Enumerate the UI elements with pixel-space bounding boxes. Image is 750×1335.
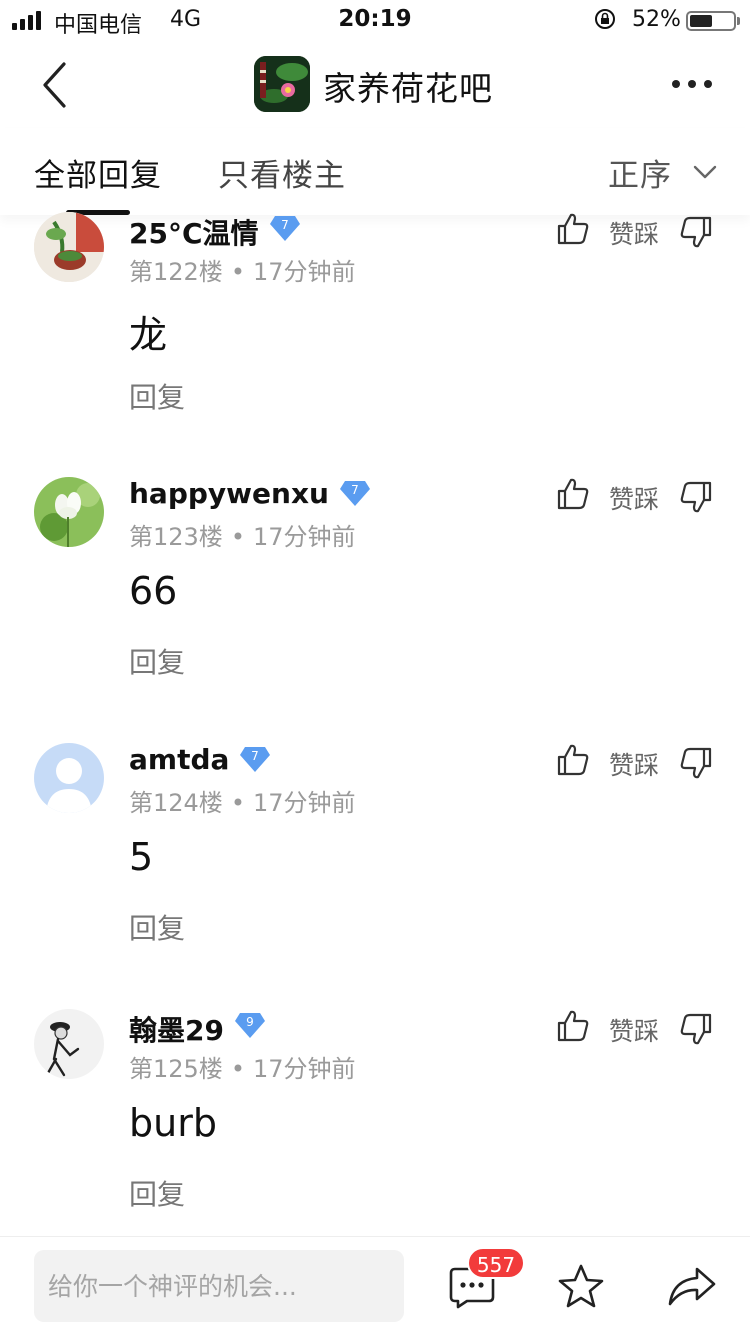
thumbs-down-icon[interactable] <box>679 1012 713 1046</box>
thumbs-up-icon[interactable] <box>556 212 590 246</box>
reply-meta: 第123楼 • 17分钟前 <box>129 517 356 552</box>
post-time: 17分钟前 <box>252 523 356 551</box>
vote-label: 赞踩 <box>609 485 660 514</box>
separator-dot: • <box>230 789 245 817</box>
chevron-down-icon[interactable] <box>692 164 718 180</box>
username[interactable]: happywenxu <box>129 477 329 510</box>
avatar-plant-pot-icon <box>34 212 104 282</box>
vote-label: 赞踩 <box>609 220 660 249</box>
comment-count-badge: 557 <box>467 1247 525 1279</box>
avatar-lotus-flower-icon <box>34 477 104 547</box>
reply-button[interactable]: 回复 <box>129 1173 185 1213</box>
username[interactable]: 翰墨29 <box>129 1009 224 1049</box>
thumbs-down-icon[interactable] <box>679 480 713 514</box>
reply-content: 龙 <box>129 313 168 357</box>
reply-meta: 第122楼 • 17分钟前 <box>129 252 356 287</box>
separator-dot: • <box>230 523 245 551</box>
reply-filter-bar: 全部回复 只看楼主 正序 <box>0 128 750 215</box>
level-number: 7 <box>251 749 259 763</box>
level-number: 7 <box>281 218 289 232</box>
back-arrow-icon[interactable] <box>40 60 70 110</box>
tab-all-replies[interactable]: 全部回复 <box>34 150 162 195</box>
username[interactable]: amtda <box>129 743 229 776</box>
level-badge-icon: 9 <box>235 1013 265 1038</box>
status-bar: 中国电信 4G 20:19 52% <box>0 0 750 42</box>
level-number: 9 <box>246 1015 254 1029</box>
level-badge-icon: 7 <box>270 216 300 241</box>
avatar[interactable] <box>34 743 104 813</box>
more-options-icon[interactable] <box>672 80 712 88</box>
level-number: 7 <box>351 483 359 497</box>
username[interactable]: 25°C温情 <box>129 212 259 252</box>
separator-dot: • <box>230 258 245 286</box>
avatar-default-person-icon <box>34 743 104 813</box>
comment-input[interactable] <box>34 1250 404 1322</box>
thumbs-down-icon[interactable] <box>679 746 713 780</box>
reply-item: happywenxu 7 第123楼 • 17分钟前 66 回复 赞踩 <box>0 477 750 743</box>
battery-icon <box>686 11 736 31</box>
battery-percent: 52% <box>632 7 681 32</box>
lotus-forum-logo-icon <box>254 56 310 112</box>
reply-meta: 第125楼 • 17分钟前 <box>129 1049 356 1084</box>
floor-number: 第125楼 <box>129 1055 223 1083</box>
bottom-action-bar: 557 <box>0 1236 750 1335</box>
thumbs-up-icon[interactable] <box>556 743 590 777</box>
floor-number: 第123楼 <box>129 523 223 551</box>
avatar-sketch-figure-icon <box>34 1009 104 1079</box>
sort-order-toggle[interactable]: 正序 <box>608 150 672 195</box>
reply-item: 25°C温情 7 第122楼 • 17分钟前 龙 回复 赞踩 <box>0 212 750 478</box>
reply-button[interactable]: 回复 <box>129 641 185 681</box>
avatar[interactable] <box>34 1009 104 1079</box>
reply-button[interactable]: 回复 <box>129 907 185 947</box>
avatar[interactable] <box>34 212 104 282</box>
post-time: 17分钟前 <box>252 1055 356 1083</box>
forum-logo[interactable] <box>254 56 310 112</box>
forum-title[interactable]: 家养荷花吧 <box>323 62 493 110</box>
orientation-lock-icon <box>595 9 615 29</box>
star-icon[interactable] <box>557 1263 605 1309</box>
reply-item: amtda 7 第124楼 • 17分钟前 5 回复 赞踩 <box>0 743 750 1009</box>
vote-label: 赞踩 <box>609 1017 660 1046</box>
thumbs-up-icon[interactable] <box>556 477 590 511</box>
floor-number: 第122楼 <box>129 258 223 286</box>
level-badge-icon: 7 <box>240 747 270 772</box>
avatar[interactable] <box>34 477 104 547</box>
post-time: 17分钟前 <box>252 258 356 286</box>
tab-owner-only[interactable]: 只看楼主 <box>218 150 346 195</box>
vote-label: 赞踩 <box>609 751 660 780</box>
share-icon[interactable] <box>667 1265 717 1307</box>
reply-button[interactable]: 回复 <box>129 376 185 416</box>
nav-bar: 家养荷花吧 <box>0 42 750 128</box>
reply-content: 5 <box>129 835 154 879</box>
floor-number: 第124楼 <box>129 789 223 817</box>
reply-content: 66 <box>129 569 178 613</box>
thumbs-down-icon[interactable] <box>679 215 713 249</box>
post-time: 17分钟前 <box>252 789 356 817</box>
separator-dot: • <box>230 1055 245 1083</box>
thumbs-up-icon[interactable] <box>556 1009 590 1043</box>
battery-tip <box>737 17 740 25</box>
level-badge-icon: 7 <box>340 481 370 506</box>
reply-meta: 第124楼 • 17分钟前 <box>129 783 356 818</box>
reply-content: burb <box>129 1101 217 1145</box>
